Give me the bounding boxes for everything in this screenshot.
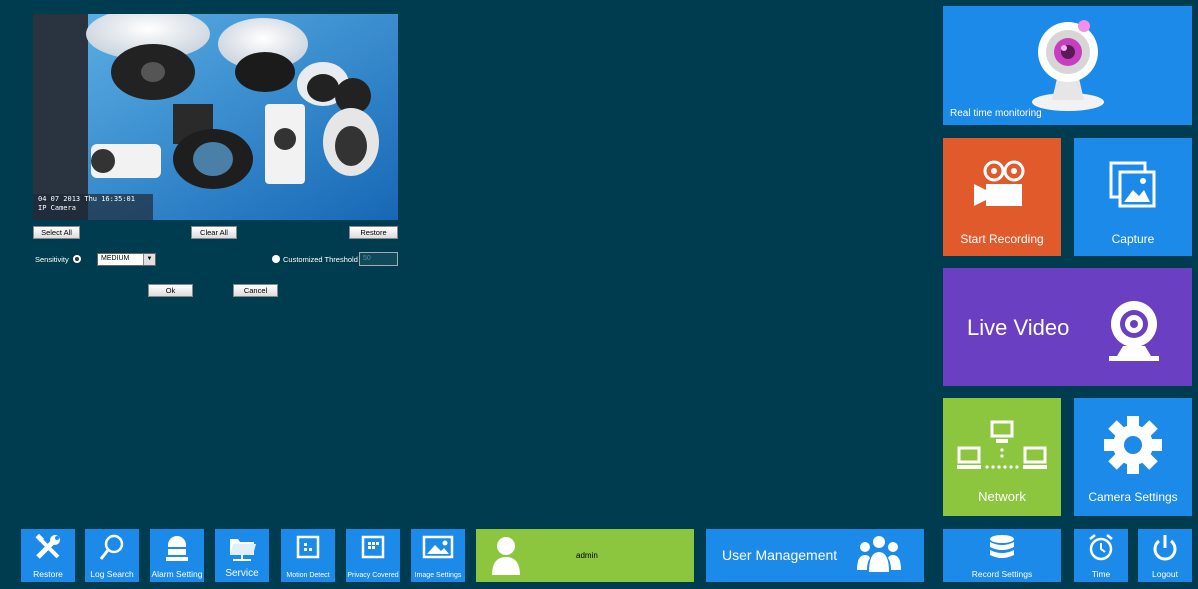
threshold-input-value: 50: [363, 255, 371, 262]
alarm-setting-label: Alarm Setting: [151, 569, 203, 579]
chevron-down-icon: ▼: [143, 254, 155, 265]
capture-label: Capture: [1111, 232, 1155, 246]
alarm-light-icon: [166, 536, 188, 561]
privacy-covered-label: Privacy Covered: [347, 572, 399, 579]
restore-button[interactable]: Restore: [349, 226, 398, 239]
sensitivity-select[interactable]: MEDIUM ▼: [97, 253, 156, 266]
service-label: Service: [225, 568, 259, 579]
service-tile[interactable]: Service: [215, 529, 269, 582]
privacy-covered-tile[interactable]: Privacy Covered: [346, 529, 400, 582]
user-group-icon: [857, 536, 901, 572]
log-search-label: Log Search: [90, 569, 134, 579]
camera-image: [33, 14, 398, 220]
customized-threshold-label: Customized Threshold: [283, 255, 358, 264]
user-management-label: User Management: [722, 547, 838, 563]
image-icon: [422, 535, 454, 559]
realtime-monitoring-tile[interactable]: Real time monitoring: [943, 6, 1192, 125]
live-video-tile[interactable]: Live Video: [943, 268, 1192, 386]
camera-overlay-name: IP Camera: [38, 204, 76, 212]
time-label: Time: [1091, 569, 1111, 579]
gear-icon: [1104, 416, 1162, 474]
camera-settings-tile[interactable]: Camera Settings: [1074, 398, 1192, 516]
logout-label: Logout: [1152, 569, 1178, 579]
start-recording-label: Start Recording: [960, 232, 1044, 246]
folder-icon: [230, 539, 256, 561]
motion-grid-icon: [296, 535, 320, 559]
current-user-tile[interactable]: admin: [476, 529, 694, 582]
select-all-button[interactable]: Select All: [33, 226, 80, 239]
threshold-input[interactable]: 50: [359, 252, 398, 266]
customized-threshold-radio[interactable]: [272, 255, 280, 263]
realtime-monitoring-label: Real time monitoring: [950, 108, 1042, 119]
logout-tile[interactable]: Logout: [1138, 529, 1192, 582]
camera-preview[interactable]: 04 07 2013 Thu 16:35:01 IP Camera: [33, 14, 398, 220]
time-tile[interactable]: Time: [1074, 529, 1128, 582]
power-icon: [1153, 535, 1177, 561]
camera-settings-label: Camera Settings: [1088, 490, 1178, 504]
alarm-setting-tile[interactable]: Alarm Setting: [150, 529, 204, 582]
image-settings-tile[interactable]: Image Settings: [411, 529, 465, 582]
image-settings-label: Image Settings: [414, 572, 462, 579]
log-search-tile[interactable]: Log Search: [85, 529, 139, 582]
network-tile[interactable]: Network: [943, 398, 1061, 516]
webcam-icon: [1032, 20, 1104, 111]
network-label: Network: [978, 489, 1026, 504]
record-settings-label: Record Settings: [971, 569, 1033, 579]
start-recording-tile[interactable]: Start Recording: [943, 138, 1061, 256]
current-user-name: admin: [576, 551, 598, 560]
restore-label: Restore: [33, 569, 63, 579]
restore-tile[interactable]: Restore: [21, 529, 75, 582]
capture-tile[interactable]: Capture: [1074, 138, 1192, 256]
tools-icon: [35, 533, 60, 559]
alarm-clock-icon: [1089, 534, 1113, 561]
sensitivity-label: Sensitivity: [35, 255, 69, 264]
clear-all-button[interactable]: Clear All: [191, 226, 237, 239]
camera-overlay-datetime: 04 07 2013 Thu 16:35:01: [38, 195, 135, 203]
user-management-tile[interactable]: User Management: [706, 529, 924, 582]
cancel-button[interactable]: Cancel: [233, 284, 278, 297]
sensitivity-select-value: MEDIUM: [101, 255, 130, 262]
ok-button[interactable]: Ok: [148, 284, 193, 297]
record-settings-tile[interactable]: Record Settings: [943, 529, 1061, 582]
image-capture-icon: [1109, 161, 1156, 208]
search-icon: [99, 534, 124, 560]
motion-detect-tile[interactable]: Motion Detect: [281, 529, 335, 582]
motion-detect-label: Motion Detect: [286, 572, 330, 579]
database-icon: [990, 535, 1014, 558]
user-icon: [492, 537, 520, 575]
network-icon: [957, 420, 1047, 469]
webcam-icon: [1109, 301, 1159, 361]
privacy-grid-icon: [361, 535, 385, 559]
sensitivity-radio[interactable]: [73, 255, 81, 263]
live-video-label: Live Video: [967, 315, 1070, 340]
video-camera-icon: [974, 160, 1025, 206]
